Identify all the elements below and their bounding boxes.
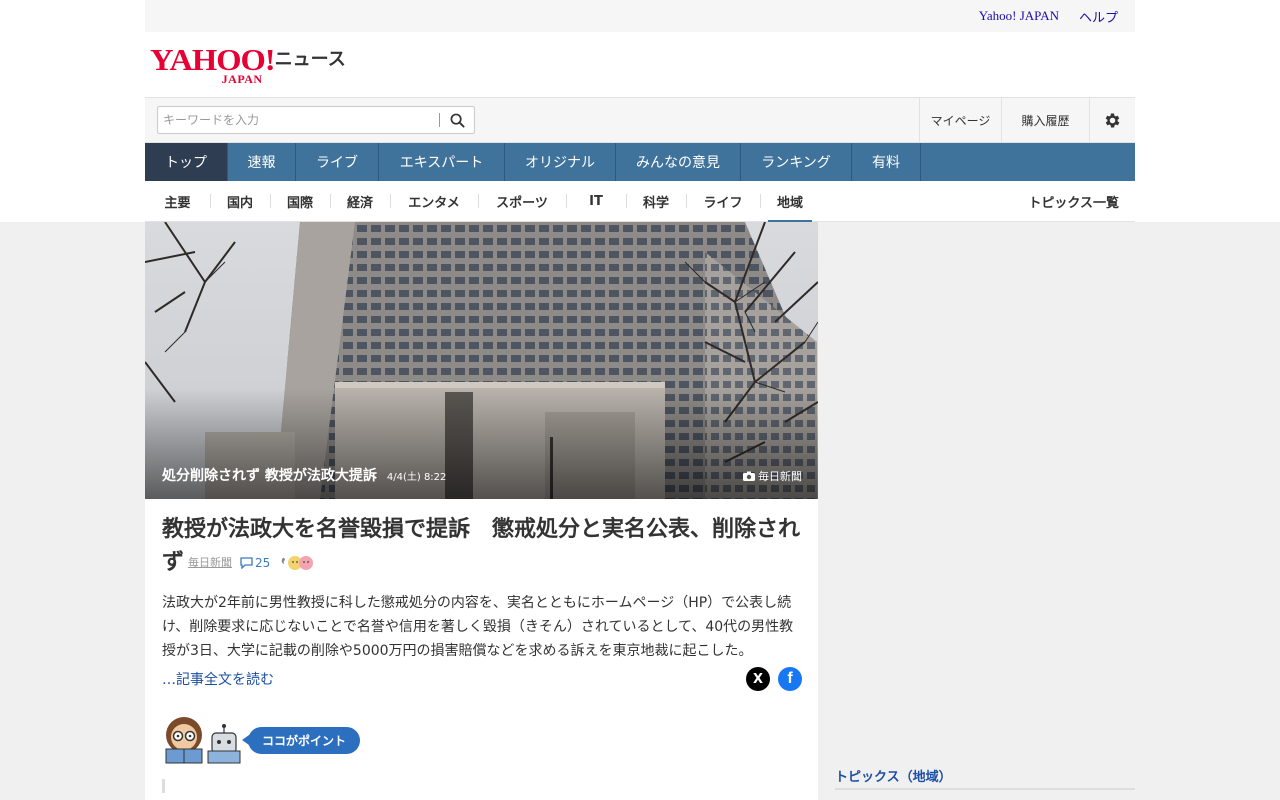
nav-top[interactable]: トップ <box>145 143 228 181</box>
category-tab-domestic[interactable]: 国内 <box>210 181 270 222</box>
yahoo-news-logo[interactable]: YAHOO! JAPAN ニュース <box>150 44 346 85</box>
category-tab-economy[interactable]: 経済 <box>330 181 390 222</box>
category-tab-international[interactable]: 国際 <box>270 181 330 222</box>
article-lead: 法政大が2年前に男性教授に科した懲戒処分の内容を、実名とともにホームページ（HP… <box>162 595 794 659</box>
gear-icon <box>1105 113 1120 127</box>
nav-breaking[interactable]: 速報 <box>228 143 296 181</box>
mypage-link[interactable]: マイページ <box>919 97 1001 143</box>
comment-icon <box>240 557 253 569</box>
sidebar-topics-region-heading[interactable]: トピックス（地域） <box>835 762 1135 790</box>
key-point-section: ココがポイント <box>162 715 802 765</box>
article-body: 教授が法政大を名誉毀損で提訴 懲戒処分と実名公表、削除されず 毎日新聞 25 法… <box>145 499 818 793</box>
topics-list-link[interactable]: トピックス一覧 <box>1028 181 1119 222</box>
category-tab-it[interactable]: IT <box>566 181 626 222</box>
main-nav: トップ 速報 ライブ エキスパート オリジナル みんなの意見 ランキング 有料 <box>145 143 1135 181</box>
nav-paid[interactable]: 有料 <box>852 143 921 181</box>
key-point-content <box>162 779 802 793</box>
search-row: マイページ 購入履歴 <box>145 97 1135 143</box>
header-actions: マイページ 購入履歴 <box>919 97 1135 143</box>
read-more-row: …記事全文を読む X f <box>162 667 802 691</box>
nav-ranking[interactable]: ランキング <box>741 143 852 181</box>
category-tab-science[interactable]: 科学 <box>626 181 686 222</box>
share-x-button[interactable]: X <box>746 667 770 691</box>
reaction-emoji-icon <box>282 556 314 570</box>
reaction-icons[interactable] <box>278 555 314 571</box>
share-facebook-button[interactable]: f <box>778 667 802 691</box>
help-link[interactable]: ヘルプ <box>1079 7 1118 26</box>
settings-button[interactable] <box>1089 97 1135 143</box>
utility-bar: Yahoo! JAPAN ヘルプ <box>145 0 1135 32</box>
building-photo <box>145 222 818 499</box>
category-nav: 主要 国内 国際 経済 エンタメ スポーツ IT 科学 ライフ 地域 トピックス… <box>145 181 1135 223</box>
article-card: 処分削除されず 教授が法政大提訴 4/4(土) 8:22 毎日新聞 教授が法政大… <box>145 222 818 800</box>
article-headline[interactable]: 教授が法政大を名誉毀損で提訴 懲戒処分と実名公表、削除されず 毎日新聞 25 <box>162 513 802 579</box>
category-tab-life[interactable]: ライフ <box>686 181 760 222</box>
nav-expert[interactable]: エキスパート <box>379 143 505 181</box>
article-source-link[interactable]: 毎日新聞 <box>188 555 232 572</box>
category-tab-region[interactable]: 地域 <box>760 181 820 223</box>
logo-main-text: YAHOO! <box>150 42 276 77</box>
hero-photo-credit: 毎日新聞 <box>743 468 802 484</box>
nav-live[interactable]: ライブ <box>296 143 379 181</box>
hero-caption-date: 4/4(土) 8:22 <box>386 472 447 483</box>
yahoo-japan-link[interactable]: Yahoo! JAPAN <box>979 8 1059 24</box>
category-tab-sports[interactable]: スポーツ <box>478 181 566 222</box>
hero-image[interactable]: 処分削除されず 教授が法政大提訴 4/4(土) 8:22 毎日新聞 <box>145 222 818 499</box>
hero-caption-title: 処分削除されず 教授が法政大提訴 <box>162 468 377 484</box>
logo-row: YAHOO! JAPAN ニュース <box>145 32 1135 98</box>
purchase-history-link[interactable]: 購入履歴 <box>1001 97 1089 143</box>
hero-caption: 処分削除されず 教授が法政大提訴 4/4(土) 8:22 <box>162 465 446 485</box>
search-box <box>157 106 475 134</box>
category-tab-main[interactable]: 主要 <box>145 181 210 222</box>
key-point-label: ココがポイント <box>248 726 361 754</box>
search-button[interactable] <box>440 107 474 133</box>
search-input[interactable] <box>158 107 439 133</box>
share-buttons: X f <box>746 667 802 691</box>
nav-original[interactable]: オリジナル <box>505 143 616 181</box>
header: Yahoo! JAPAN ヘルプ YAHOO! JAPAN ニュース マイページ… <box>145 0 1135 223</box>
article-meta: 毎日新聞 25 <box>188 554 314 572</box>
comment-count-link[interactable]: 25 <box>240 554 270 572</box>
logo-service-name: ニュース <box>274 49 346 70</box>
nav-opinions[interactable]: みんなの意見 <box>616 143 741 181</box>
point-mascot-icon <box>165 717 241 764</box>
camera-icon <box>743 471 755 481</box>
read-full-article-link[interactable]: …記事全文を読む <box>162 669 274 689</box>
search-icon <box>450 113 465 128</box>
hero-source-text: 毎日新聞 <box>758 470 802 483</box>
comment-count: 25 <box>255 556 271 570</box>
category-tab-entertainment[interactable]: エンタメ <box>390 181 478 222</box>
